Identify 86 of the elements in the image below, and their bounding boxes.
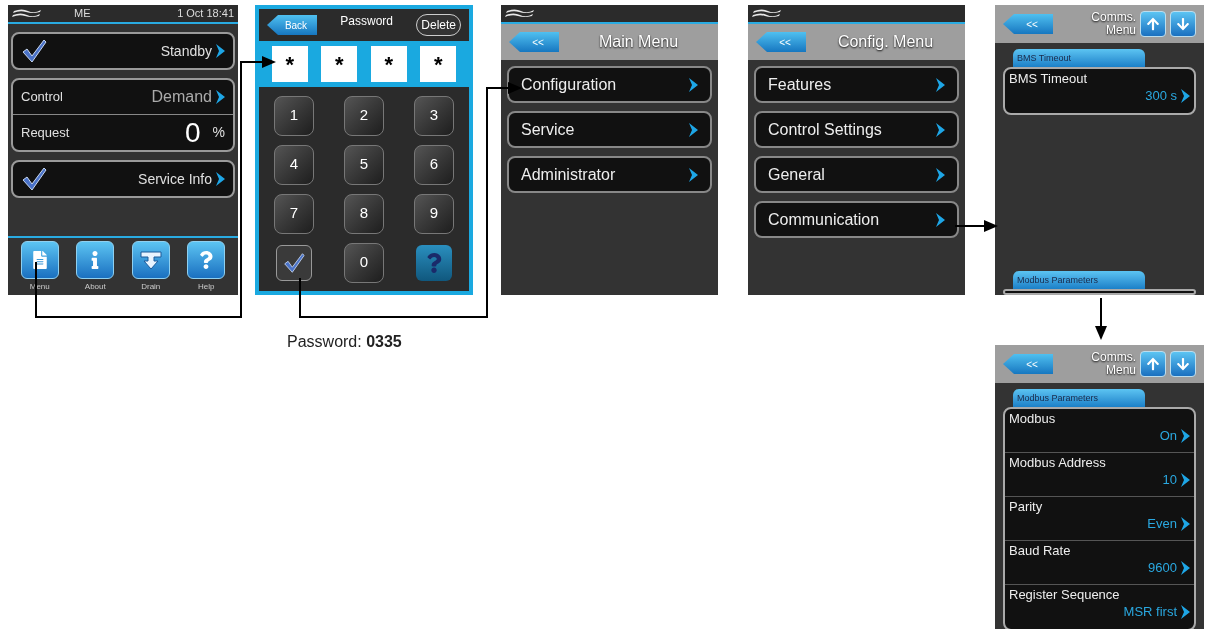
- arrow-up-icon: [1146, 17, 1160, 31]
- info-button[interactable]: [76, 241, 115, 279]
- chevron-right-icon: [1181, 89, 1190, 103]
- menu-button[interactable]: [20, 241, 59, 279]
- menu-item[interactable]: Control Settings: [754, 111, 959, 148]
- toolbar-label: Help: [198, 281, 215, 293]
- menu-item[interactable]: Service: [507, 111, 712, 148]
- chevron-right-icon: [1181, 605, 1190, 619]
- scroll-up-button[interactable]: [1140, 11, 1166, 37]
- menu-title: Config. Menu: [837, 32, 934, 52]
- password-digit-box: *: [321, 46, 358, 82]
- screen-title: Password: [340, 13, 393, 30]
- digit-key[interactable]: 4: [274, 144, 314, 185]
- chevron-right-icon: [936, 122, 945, 137]
- digit-key[interactable]: 7: [274, 193, 314, 234]
- digit-key[interactable]: 9: [414, 193, 454, 234]
- password-digit-box: *: [271, 46, 308, 82]
- chevron-right-icon: [216, 44, 225, 58]
- delete-button[interactable]: Delete: [416, 14, 461, 36]
- wave-logo-icon: [752, 7, 782, 20]
- connector-arrow: [1095, 297, 1107, 340]
- request-label: Request: [21, 123, 70, 142]
- menu-item[interactable]: Administrator: [507, 156, 712, 193]
- digit-key[interactable]: 5: [344, 144, 384, 185]
- control-mode-selector[interactable]: Demand: [151, 85, 225, 109]
- password-caption: Password: 0335: [287, 332, 402, 352]
- chevron-right-icon: [689, 77, 698, 92]
- wave-logo-icon: [12, 7, 42, 20]
- arrow-down-icon: [1176, 17, 1190, 31]
- digit-key[interactable]: 0: [344, 242, 384, 283]
- help-button[interactable]: [187, 241, 226, 279]
- password-digit-box: *: [370, 46, 407, 82]
- arrow-down-icon: [1176, 357, 1190, 371]
- chevron-right-icon: [936, 77, 945, 92]
- help-key[interactable]: [416, 244, 452, 281]
- password-digit-box: *: [420, 46, 457, 82]
- menu-item[interactable]: General: [754, 156, 959, 193]
- digit-key[interactable]: 3: [414, 95, 454, 136]
- checkmark-icon: [21, 166, 47, 192]
- confirm-key[interactable]: [276, 244, 312, 281]
- menu-item[interactable]: Configuration: [507, 66, 712, 103]
- setting-row[interactable]: BMS Timeout 300 s: [1005, 69, 1194, 113]
- chevron-right-icon: [1181, 429, 1190, 443]
- drain-button[interactable]: [131, 241, 170, 279]
- digit-key[interactable]: 8: [344, 193, 384, 234]
- chevron-right-icon: [1181, 473, 1190, 487]
- digit-key[interactable]: 2: [344, 95, 384, 136]
- chevron-right-icon: [1181, 517, 1190, 531]
- menu-title: Comms. Menu: [1090, 351, 1136, 377]
- chevron-right-icon: [936, 212, 945, 227]
- mode-label: ME: [74, 6, 91, 22]
- scroll-down-button[interactable]: [1170, 11, 1196, 37]
- arrow-up-icon: [1146, 357, 1160, 371]
- chevron-right-icon: [216, 90, 225, 104]
- checkmark-icon: [21, 38, 47, 64]
- wave-logo-icon: [505, 7, 535, 20]
- chevron-right-icon: [689, 167, 698, 182]
- setting-row[interactable]: Baud Rate 9600: [1005, 541, 1194, 585]
- digit-key[interactable]: 6: [414, 144, 454, 185]
- menu-item[interactable]: Features: [754, 66, 959, 103]
- toolbar-label: Drain: [141, 281, 161, 293]
- chevron-right-icon: [689, 122, 698, 137]
- control-label: Control: [21, 88, 63, 107]
- document-icon: [30, 251, 49, 269]
- request-value: 0: [184, 118, 201, 147]
- menu-title: Comms. Menu: [1090, 11, 1136, 37]
- connector-arrow: [954, 220, 998, 232]
- setting-row[interactable]: Modbus On: [1005, 409, 1194, 453]
- chevron-right-icon: [936, 167, 945, 182]
- chevron-right-icon: [1181, 561, 1190, 575]
- standby-button[interactable]: Standby: [11, 32, 235, 70]
- scroll-down-button[interactable]: [1170, 351, 1196, 377]
- chevron-right-icon: [216, 172, 225, 186]
- digit-key[interactable]: 1: [274, 95, 314, 136]
- setting-row[interactable]: Register Sequence MSR first: [1005, 585, 1194, 629]
- drain-icon: [139, 249, 162, 271]
- date-time: 1 Oct 18:41: [177, 6, 234, 22]
- checkmark-icon: [283, 251, 305, 274]
- toolbar-label: About: [84, 281, 106, 293]
- service-info-button[interactable]: Service Info: [11, 160, 235, 198]
- menu-item[interactable]: Communication: [754, 201, 959, 238]
- setting-row[interactable]: Modbus Address 10: [1005, 453, 1194, 497]
- menu-title: Main Menu: [598, 32, 679, 52]
- request-unit: %: [212, 123, 225, 142]
- scroll-up-button[interactable]: [1140, 351, 1166, 377]
- setting-row[interactable]: Parity Even: [1005, 497, 1194, 541]
